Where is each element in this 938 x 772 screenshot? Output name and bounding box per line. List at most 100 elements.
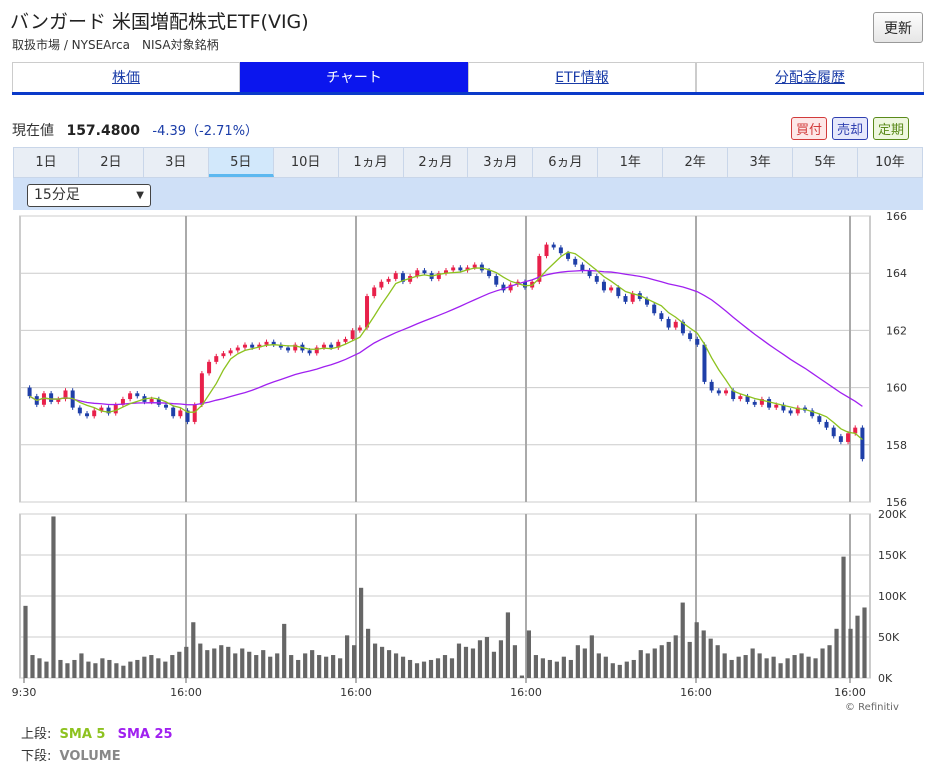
volume-bar (470, 648, 476, 678)
candle-body (350, 330, 355, 339)
volume-bar (512, 645, 518, 678)
legend-upper-label: 上段: (21, 727, 52, 742)
candle-body (235, 347, 240, 351)
volume-tick-label: 150K (878, 549, 907, 562)
candle-body (724, 390, 728, 394)
candle-body (192, 404, 197, 422)
volume-bar (149, 655, 154, 678)
candle-body (716, 390, 721, 394)
volume-bar (289, 655, 294, 678)
volume-bar (93, 663, 98, 678)
candle-body (242, 344, 247, 348)
candle-body (27, 387, 32, 397)
volume-bar (303, 653, 308, 678)
candle-body (609, 287, 614, 291)
x-tick-label: 16:00 (834, 686, 866, 699)
candle-body (666, 318, 671, 328)
candle-body (472, 264, 477, 268)
volume-bar (596, 653, 601, 678)
volume-bar (261, 650, 266, 678)
volume-bar (86, 661, 91, 678)
candle-body (365, 296, 370, 328)
candle-body (738, 396, 743, 400)
volume-bar (785, 658, 790, 678)
candle-body (329, 344, 334, 348)
candle-body (221, 353, 226, 357)
legend-sma5: SMA 5 (59, 727, 106, 742)
candle-body (580, 264, 585, 271)
candle-body (558, 247, 563, 254)
volume-bar (435, 658, 441, 678)
volume-bar (778, 663, 783, 678)
volume-bar (191, 622, 196, 678)
candle-body (422, 270, 427, 274)
candle-body (702, 344, 707, 382)
volume-bar (589, 635, 594, 678)
data-credit: © Refinitiv (845, 702, 899, 713)
x-tick-label: 16:00 (680, 686, 712, 699)
price-tick-label: 162 (886, 324, 907, 337)
volume-bar (58, 659, 63, 678)
candle-body (594, 276, 599, 282)
candle-body (846, 433, 851, 442)
volume-bar (421, 661, 427, 678)
volume-bar (142, 656, 147, 678)
volume-bar (701, 630, 706, 678)
volume-bar (862, 607, 867, 678)
volume-bar (37, 658, 42, 678)
volume-bar (463, 646, 469, 678)
volume-bar (806, 656, 811, 678)
candle-body (171, 407, 176, 417)
candle-body (623, 296, 628, 302)
volume-bar (736, 656, 741, 678)
candle-body (817, 416, 822, 422)
price-tick-label: 164 (886, 267, 907, 280)
candle-body (566, 253, 571, 259)
price-panel (19, 215, 871, 503)
volume-bar (855, 615, 860, 678)
candle-body (551, 244, 556, 248)
volume-bar (317, 655, 322, 678)
volume-bar (365, 628, 371, 678)
candle-body (659, 313, 664, 319)
volume-bar (51, 516, 56, 678)
candle-body (386, 278, 391, 282)
volume-bar (813, 658, 818, 678)
volume-bar (23, 605, 28, 678)
candle-body (264, 341, 269, 345)
volume-bar (519, 675, 525, 678)
candle-body (573, 258, 578, 265)
candle-body (788, 410, 793, 414)
volume-bar (582, 648, 587, 678)
candle-body (752, 401, 757, 405)
candle-body (824, 421, 829, 428)
volume-bar (240, 648, 245, 678)
volume-bar (827, 645, 832, 678)
candle-body (831, 427, 836, 437)
candle-body (393, 273, 398, 279)
legend-lower-label: 下段: (21, 749, 52, 764)
candle-body (321, 344, 326, 348)
candle-body (128, 393, 133, 400)
volume-bar (184, 646, 189, 678)
candle-body (616, 287, 621, 297)
volume-bar (568, 659, 573, 678)
volume-bar (407, 659, 413, 678)
candle-body (652, 304, 657, 314)
volume-bar (680, 602, 685, 678)
candle-body (487, 270, 492, 277)
volume-bar (107, 659, 112, 678)
volume-bar (743, 655, 748, 678)
volume-bar (359, 587, 364, 678)
volume-bar (128, 661, 133, 678)
candle-body (673, 321, 678, 328)
volume-bar (666, 641, 671, 678)
volume-bar (205, 650, 210, 678)
volume-bar (121, 665, 126, 678)
volume-bar (477, 640, 483, 678)
volume-bar (296, 659, 301, 678)
volume-bar (233, 653, 238, 678)
volume-bar (505, 612, 511, 678)
volume-bar (100, 658, 105, 678)
volume-bar (848, 628, 853, 678)
